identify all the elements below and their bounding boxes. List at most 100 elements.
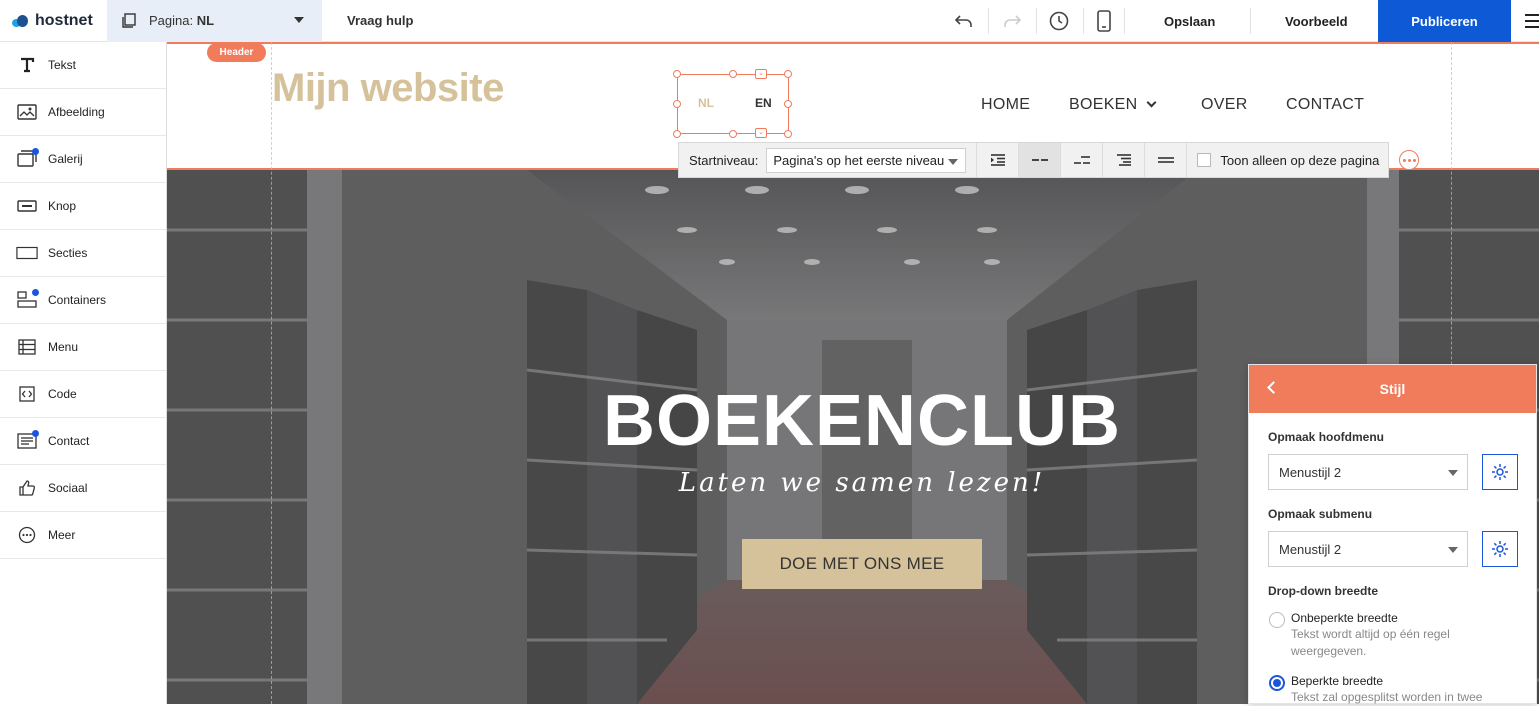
limited-width-label[interactable]: Beperkte breedte xyxy=(1291,674,1383,688)
chevron-down-icon xyxy=(294,16,304,23)
more-icon xyxy=(16,526,38,544)
sidebar-item-tekst[interactable]: Tekst xyxy=(0,42,166,89)
header-badge: Header xyxy=(207,43,266,62)
sidebar-item-meer[interactable]: Meer xyxy=(0,512,166,559)
back-arrow-icon[interactable] xyxy=(1267,381,1280,394)
element-sidebar: Tekst Afbeelding Galerij Knop Secties Co… xyxy=(0,42,167,704)
help-link[interactable]: Vraag hulp xyxy=(347,13,413,28)
chevron-down-icon xyxy=(1448,470,1458,476)
sidebar-item-label: Galerij xyxy=(48,152,83,166)
nav-over[interactable]: OVER xyxy=(1201,96,1248,114)
limited-width-radio[interactable] xyxy=(1269,675,1285,691)
sidebar-item-galerij[interactable]: Galerij xyxy=(0,136,166,183)
contact-icon xyxy=(16,430,39,450)
logo-text: hostnet xyxy=(35,11,93,29)
full-width-icon[interactable] xyxy=(1144,143,1186,177)
sidebar-item-label: Sociaal xyxy=(48,481,88,495)
only-this-page-label: Toon alleen op deze pagina xyxy=(1220,152,1380,168)
chevron-down-icon xyxy=(1146,97,1156,108)
sidebar-item-menu[interactable]: Menu xyxy=(0,324,166,371)
horizontal-menu-icon[interactable] xyxy=(1018,143,1061,177)
style-panel: Stijl Opmaak hoofdmenu Menustijl 2 Opmaa… xyxy=(1248,364,1537,704)
start-level-label: Startniveau: xyxy=(689,152,759,168)
submenu-settings-gear-icon[interactable] xyxy=(1482,531,1518,567)
submenu-style-select[interactable]: Menustijl 2 xyxy=(1268,531,1468,567)
nav-boeken[interactable]: BOEKEN xyxy=(1069,96,1156,114)
nav-contact[interactable]: CONTACT xyxy=(1286,96,1364,114)
image-icon xyxy=(16,103,38,121)
sidebar-item-label: Afbeelding xyxy=(48,105,105,119)
split-menu-icon[interactable] xyxy=(1060,143,1102,177)
sidebar-item-afbeelding[interactable]: Afbeelding xyxy=(0,89,166,136)
unlimited-width-description: Tekst wordt altijd op één regel weergege… xyxy=(1291,627,1450,658)
more-options-icon[interactable] xyxy=(1399,150,1419,170)
nav-home[interactable]: HOME xyxy=(981,96,1030,114)
containers-icon xyxy=(16,289,39,309)
submenu-style-label: Opmaak submenu xyxy=(1268,507,1373,521)
language-en[interactable]: EN xyxy=(755,96,772,110)
sidebar-item-sociaal[interactable]: Sociaal xyxy=(0,465,166,512)
only-this-page-checkbox[interactable] xyxy=(1197,153,1212,167)
sidebar-item-knop[interactable]: Knop xyxy=(0,183,166,230)
style-panel-title: Stijl xyxy=(1379,381,1406,397)
site-title[interactable]: Mijn website xyxy=(272,66,504,111)
code-icon xyxy=(16,385,38,403)
sidebar-item-label: Knop xyxy=(48,199,77,213)
save-button[interactable]: Opslaan xyxy=(1164,0,1215,42)
page-select-prefix: Pagina: xyxy=(149,13,194,28)
chevron-down-icon xyxy=(948,158,959,165)
publish-button[interactable]: Publiceren xyxy=(1378,0,1511,42)
sidebar-item-label: Tekst xyxy=(48,58,77,72)
chevron-down-icon xyxy=(1448,547,1458,553)
chevron-down-icon[interactable]: ⌄ xyxy=(755,69,767,79)
pages-icon xyxy=(122,12,136,28)
preview-button[interactable]: Voorbeeld xyxy=(1285,0,1348,42)
sidebar-item-containers[interactable]: Containers xyxy=(0,277,166,324)
sidebar-item-label: Menu xyxy=(48,340,79,354)
main-menu-settings-gear-icon[interactable] xyxy=(1482,454,1518,490)
sidebar-item-secties[interactable]: Secties xyxy=(0,230,166,277)
menu-toolbar: Startniveau: Pagina's op het eerste nive… xyxy=(678,142,1389,178)
top-bar: hostnet Pagina: NL Vraag hulp Opslaan Vo… xyxy=(0,0,1539,42)
button-icon xyxy=(16,197,38,215)
main-menu-style-select[interactable]: Menustijl 2 xyxy=(1268,454,1468,490)
section-icon xyxy=(16,244,38,262)
start-level-select[interactable]: Pagina's op het eerste niveau xyxy=(766,147,967,173)
sidebar-item-label: Contact xyxy=(48,434,90,448)
limited-width-description: Tekst zal opgesplitst worden in twee xyxy=(1291,690,1483,704)
chevron-down-icon[interactable]: ⌄ xyxy=(755,128,767,138)
sidebar-item-code[interactable]: Code xyxy=(0,371,166,418)
text-icon xyxy=(16,56,38,74)
redo-icon[interactable] xyxy=(999,8,1025,34)
start-level-value: Pagina's op het eerste niveau xyxy=(773,152,945,168)
sidebar-item-label: Secties xyxy=(48,246,88,260)
sidebar-item-label: Meer xyxy=(48,528,76,542)
submenu-style-value: Menustijl 2 xyxy=(1279,541,1342,557)
menu-icon xyxy=(16,338,38,356)
cloud-icon xyxy=(12,14,32,27)
main-menu-style-label: Opmaak hoofdmenu xyxy=(1268,430,1385,444)
align-right-icon[interactable] xyxy=(1102,143,1144,177)
hamburger-menu-icon[interactable] xyxy=(1525,14,1539,28)
nav-boeken-label: BOEKEN xyxy=(1069,96,1138,113)
page-select[interactable]: Pagina: NL xyxy=(107,0,322,42)
thumbs-up-icon xyxy=(16,479,38,497)
style-panel-header: Stijl xyxy=(1249,365,1536,413)
main-menu-style-value: Menustijl 2 xyxy=(1279,464,1342,480)
unlimited-width-label[interactable]: Onbeperkte breedte xyxy=(1291,611,1398,625)
page-select-value: NL xyxy=(196,13,215,28)
language-switcher[interactable]: ⌄ ⌄ NL EN xyxy=(673,69,792,138)
unlimited-width-radio[interactable] xyxy=(1269,612,1285,628)
gallery-icon xyxy=(16,148,39,168)
language-nl[interactable]: NL xyxy=(698,96,714,110)
undo-icon[interactable] xyxy=(951,8,977,34)
hostnet-logo[interactable]: hostnet xyxy=(0,0,107,42)
sidebar-item-label: Containers xyxy=(48,293,107,307)
sidebar-item-contact[interactable]: Contact xyxy=(0,418,166,465)
join-button[interactable]: DOE MET ONS MEE xyxy=(742,539,982,589)
mobile-view-icon[interactable] xyxy=(1091,8,1117,34)
align-right-list-icon[interactable] xyxy=(976,143,1018,177)
history-icon[interactable] xyxy=(1046,8,1072,34)
dropdown-width-label: Drop-down breedte xyxy=(1268,584,1378,598)
sidebar-item-label: Code xyxy=(48,387,77,401)
